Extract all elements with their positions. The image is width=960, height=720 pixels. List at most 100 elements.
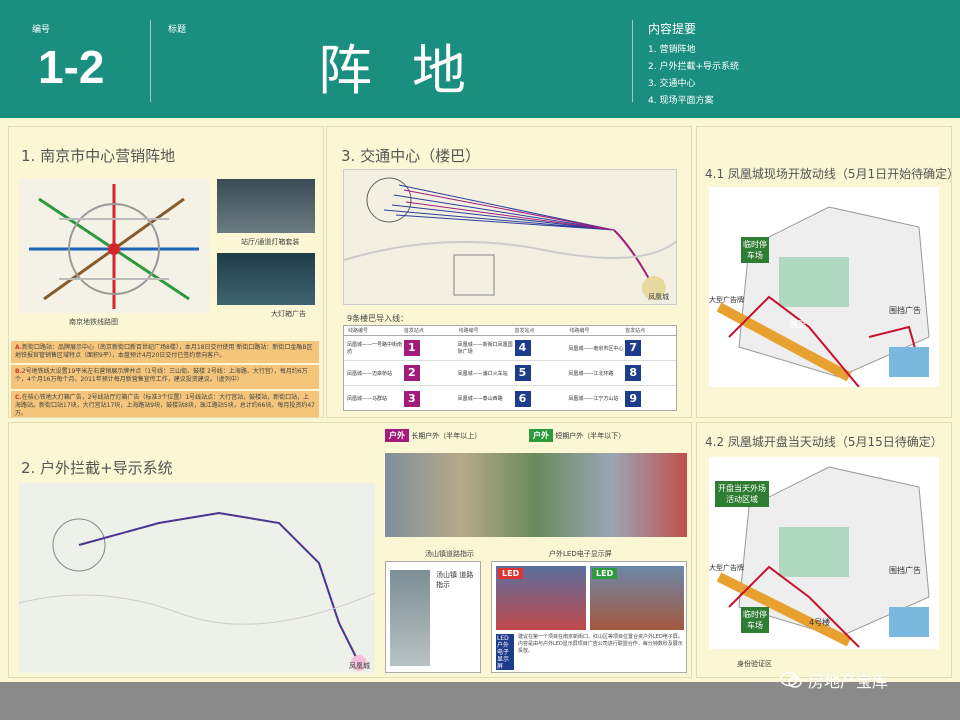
route-name: 凤凰城——马群站 (347, 396, 388, 402)
billboard-photo-grid (385, 453, 687, 537)
title-label: 标题 (168, 25, 187, 35)
col-header: 线路编号 (569, 328, 590, 334)
activity-label: 开盘当天外场活动区域 (715, 481, 769, 507)
toc-list: 1. 营销阵地 2. 户外拦截+导示系统 3. 交通中心 4. 现场平面方案 (648, 42, 739, 110)
route-name: 凤凰城——江宁方山站 (568, 396, 619, 402)
col-header: 首发站点 (625, 328, 646, 334)
led-title: 户外LED电子显示屏 (549, 550, 612, 558)
legend-text: 长期户外（半年以上） (411, 432, 482, 440)
photo-caption: 大灯箱广告 (271, 310, 306, 318)
lightbox-photo (217, 253, 315, 305)
route-name: 凤凰城——泰山西路 (457, 396, 503, 402)
parking-label: 临时停车场 (741, 237, 769, 263)
col-header: 首发站点 (403, 328, 424, 334)
table-row: 凤凰城——迈皋桥站 2 凤凰城——浦口火车站 5 凤凰城——江北环路 8 (344, 361, 676, 386)
route-name: 凤凰城——一号路中街南坊 (347, 342, 403, 355)
content-sheet: 1. 南京市中心营销阵地 南京地铁线路图 站厅/通道灯箱套装 大灯箱广告 A.新… (0, 118, 960, 682)
sign-text: 汤山镇 道路指示 (436, 571, 474, 589)
code-label: 编号 (32, 25, 51, 35)
toc-item: 3. 交通中心 (648, 79, 696, 89)
panel-traffic: 3. 交通中心（楼巴） 凤凰城 9条楼巴导入线： 线路编号 首发站点 线路编号 … (326, 126, 692, 418)
note-tag: C. (15, 394, 22, 401)
table-row: 凤凰城——马群站 3 凤凰城——泰山西路 6 凤凰城——江宁方山站 9 (344, 386, 676, 411)
route-number: 2 (403, 365, 420, 381)
route-name: 凤凰城——浦口火车站 (457, 370, 508, 377)
bus-route-map: 凤凰城 (343, 169, 677, 305)
note-text: 2号地铁线大设置19平米左右营销展示牌并点（1号线：三山街、鼓楼 2号线：上海路… (15, 368, 308, 383)
led-vertical: LED户外电子显示屏 (496, 634, 514, 670)
led-screen-board: LED LED LED户外电子显示屏 建议在第一个项目在南京新街口、红山区等项目… (491, 561, 687, 673)
panel-title: 3. 交通中心（楼巴） (341, 147, 481, 165)
note-c: C.在核心铁地大灯箱广告，2号线站厅灯箱广告（标准3个位置）1号线站点：大行宫站… (11, 391, 319, 417)
panel-outdoor: 2. 户外拦截+导示系统 凤凰城 户外 长期户外（半年以上） 户外 短期户外（半… (8, 422, 692, 678)
map-label: 凤凰城 (349, 662, 370, 670)
toc-item: 1. 营销阵地 (648, 45, 696, 55)
panel-title: 4.1 凤凰城现场开放动线（5月1日开始待确定） (705, 167, 960, 181)
col-header: 首发站点 (514, 328, 535, 334)
legend-tag: 户外 (529, 429, 553, 442)
route-name: 凤凰城——江北环路 (568, 370, 614, 377)
panel-title: 4.2 凤凰城开盘当天动线（5月15日待确定） (705, 435, 943, 449)
header-bar: 编号 1-2 标题 阵地 内容提要 1. 营销阵地 2. 户外拦截+导示系统 3… (0, 0, 960, 118)
led-tag: LED (498, 568, 524, 579)
watermark-text: 房地产宝库 (808, 672, 889, 691)
route-number: 3 (403, 390, 420, 407)
map-label: 凤凰城 (648, 293, 669, 301)
panel-title: 1. 南京市中心营销阵地 (21, 147, 176, 165)
route-number: 8 (625, 365, 642, 381)
led-tag: LED (592, 568, 618, 579)
route-name: 凤凰城——南京市区中心 (568, 345, 624, 352)
legend-text: 短期户外（半年以下） (555, 432, 626, 440)
note-text: 新街口路站：品牌展示中心（南京新街口新百世纪广场8楼），本月18日交付使用 新街… (15, 344, 313, 359)
metro-map-image (19, 179, 209, 313)
legend-tag: 户外 (385, 429, 409, 442)
route-number: 9 (625, 390, 642, 407)
site-plan-image: 开盘当天外场活动区域 临时停车场 大型广告牌 围挡广告 4号楼 (709, 457, 939, 649)
note-a: A.新街口路站：品牌展示中心（南京新街口新百世纪广场8楼），本月18日交付使用 … (11, 341, 319, 363)
parking-label: 临时停车场 (741, 607, 769, 633)
wechat-icon (780, 671, 802, 689)
bus-lines-table: 线路编号 首发站点 线路编号 首发站点 线路编号 首发站点 凤凰城——一号路中街… (343, 325, 677, 411)
note-text: 在核心铁地大灯箱广告，2号线站厅灯箱广告（标准3个位置）1号线站点：大行宫站，鼓… (15, 394, 315, 417)
billboard-label: 围挡广告 (889, 566, 921, 575)
guide-title: 汤山镇道路指示 (425, 550, 474, 558)
watermark: 房地产宝库 (780, 668, 888, 692)
route-number: 7 (625, 340, 642, 356)
building-label: 4号楼 (809, 618, 831, 627)
site-plan-image: 临时停车场 大型广告牌 围挡广告 展室 (709, 187, 939, 387)
panel-marketing: 1. 南京市中心营销阵地 南京地铁线路图 站厅/通道灯箱套装 大灯箱广告 A.新… (8, 126, 324, 418)
legend-long: 户外 长期户外（半年以上） (385, 429, 481, 442)
route-number: 6 (514, 390, 531, 407)
toc-item: 2. 户外拦截+导示系统 (648, 62, 739, 72)
col-header: 线路编号 (458, 328, 479, 334)
map-caption: 南京地铁线路图 (69, 318, 118, 326)
page-code: 1-2 (38, 41, 105, 93)
page-title: 阵地 (318, 39, 506, 102)
photo-caption: 站厅/通道灯箱套装 (241, 238, 300, 246)
bus-lines-title: 9条楼巴导入线： (347, 314, 409, 323)
outdoor-route-map: 凤凰城 (19, 483, 375, 673)
note-tag: A. (15, 344, 23, 351)
route-number: 1 (403, 340, 420, 356)
billboard-label: 大型广告牌 (709, 296, 744, 304)
route-name: 凤凰城——新街口凤凰国际广场 (457, 342, 513, 355)
route-number: 5 (514, 365, 531, 381)
divider (150, 20, 151, 102)
road-sign-board: 汤山镇 道路指示 (385, 561, 481, 673)
toc-item: 4. 现场平面方案 (648, 96, 714, 106)
billboard-label: 围挡广告 (889, 306, 921, 315)
led-note: 建议在第一个项目在南京新街口、红山区等项目位置合资户外LED电子屏。内容是由与户… (518, 634, 683, 654)
table-row: 凤凰城——一号路中街南坊 1 凤凰城——新街口凤凰国际广场 4 凤凰城——南京市区中… (344, 336, 676, 361)
panel-title: 2. 户外拦截+导示系统 (21, 459, 173, 477)
divider (632, 20, 633, 102)
toc-title: 内容提要 (648, 22, 697, 36)
note-b: B.2号地铁线大设置19平米左右营销展示牌并点（1号线：三山街、鼓楼 2号线：上… (11, 365, 319, 389)
check-label: 身份验证区 (737, 660, 772, 668)
route-name: 凤凰城——迈皋桥站 (347, 370, 393, 377)
panel-site-plan-launch: 4.2 凤凰城开盘当天动线（5月15日待确定） 开盘当天外场活动区域 临时停车场… (696, 422, 952, 678)
billboard-label: 大型广告牌 (709, 564, 744, 572)
station-photo (217, 179, 315, 233)
panel-site-plan-open: 4.1 凤凰城现场开放动线（5月1日开始待确定） 临时停车场 大型广告牌 围挡广… (696, 126, 959, 418)
note-tag: B. (15, 368, 22, 375)
legend-short: 户外 短期户外（半年以下） (529, 429, 625, 442)
